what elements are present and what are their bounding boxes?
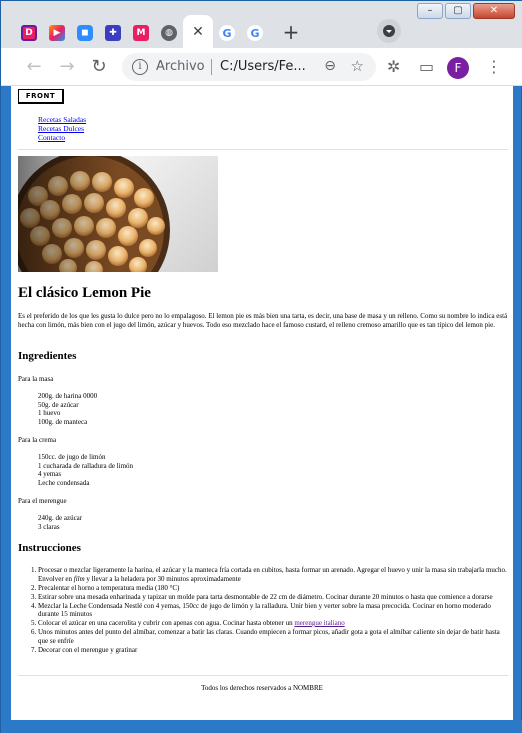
list-item: 4 yemas [38,470,62,478]
nav-link-dulces[interactable]: Recetas Dulces [38,124,84,133]
tab-active[interactable]: ✕ [183,15,213,48]
lemon-pie-photo [18,156,218,272]
ingredients-heading: Ingredientes [18,350,77,362]
list-item: 1 huevo [38,409,61,417]
miro-favicon: M [133,25,149,41]
crema-list: 150cc. de jugo de limón 1 cucharada de r… [38,453,133,487]
merengue-italiano-link[interactable]: merengue italiano [294,619,344,627]
nav-link-contacto[interactable]: Contacto [38,133,65,142]
tab-search-button[interactable] [377,19,401,43]
chevron-down-icon [383,25,395,37]
omnibox-divider [211,59,212,75]
kebab-menu-icon[interactable]: ⋮ [486,56,502,78]
step-item: Decorar con el merengue y gratinar [38,646,508,655]
instructions-list: Procesar o mezclar ligeramente la harina… [38,566,508,655]
step-item: Precalentar el horno a temperatura media… [38,584,508,593]
step-item: Unos minutos antes del punto del almíbar… [38,628,508,645]
grid-app-favicon: ✚ [105,25,121,41]
list-item: 100g. de manteca [38,417,88,426]
close-window-button[interactable]: ✕ [473,3,515,19]
design-app-favicon: D [21,25,37,41]
maximize-button[interactable]: ▢ [445,3,471,19]
list-item: Leche condensada [38,478,90,487]
step-item: Colocar el azúcar en una cacerolita y cu… [38,619,508,628]
tab-5[interactable]: M [127,18,155,48]
list-item: 240g. de azúcar [38,514,83,522]
site-nav: Recetas Saladas Recetas Dulces Contacto [38,115,86,142]
header-divider [18,149,508,150]
instructions-heading: Instrucciones [18,542,81,554]
tab-4[interactable]: ✚ [99,18,127,48]
window-bottom-frame [1,720,522,733]
step-item: Procesar o mezclar ligeramente la harina… [38,566,508,583]
browser-window: – ▢ ✕ D ▶ ◼ ✚ M ◍ ✕ G G + ← → ↻ i Archiv… [0,0,522,733]
close-tab-icon[interactable]: ✕ [192,24,204,40]
nav-item: Recetas Dulces [38,124,86,133]
info-icon[interactable]: i [132,59,148,75]
nav-item: Contacto [38,133,86,142]
footer-divider [18,675,508,676]
site-logo[interactable]: FRONT [18,89,64,104]
step-1-emphasis: film [73,574,85,583]
url-text[interactable]: C:/Users/Fe... [220,59,306,74]
extensions-puzzle-icon[interactable]: ✲ [387,57,400,76]
back-arrow-icon[interactable]: ← [23,56,45,78]
page-viewport: FRONT Recetas Saladas Recetas Dulces Con… [11,86,513,720]
list-item: 150cc. de jugo de limón [38,453,106,461]
merengue-label: Para el merengue [18,497,67,505]
tab-3[interactable]: ◼ [71,18,99,48]
tab-6[interactable]: ◍ [155,18,183,48]
masa-label: Para la masa [18,375,54,383]
address-bar[interactable]: i Archivo C:/Users/Fe... ⊖ ☆ [122,53,376,81]
browser-toolbar: ← → ↻ i Archivo C:/Users/Fe... ⊖ ☆ ✲ ▭ F… [1,48,522,86]
masa-list: 200g. de harina 0000 50g. de azúcar 1 hu… [38,392,97,426]
step-item: Estirar sobre una mesada enharinada y ta… [38,593,508,602]
list-item: 3 claras [38,522,60,531]
tab-9[interactable]: G [241,18,269,48]
media-app-favicon: ▶ [49,25,65,41]
tab-2[interactable]: ▶ [43,18,71,48]
profile-avatar[interactable]: F [447,57,469,79]
new-tab-button[interactable]: + [277,18,305,46]
list-item: 1 cucharada de ralladura de limón [38,461,134,470]
bookmark-star-icon[interactable]: ☆ [351,57,364,75]
google-favicon: G [247,25,263,41]
tab-1[interactable]: D [15,18,43,48]
merengue-list: 240g. de azúcar 3 claras [38,514,82,531]
list-item: 50g. de azúcar [38,400,79,409]
footer-copyright: Todos los derechos reservados a NOMBRE [201,684,323,692]
cast-icon[interactable]: ▭ [419,57,434,76]
step-item: Mezclar la Leche Condensada Nestlé con 4… [38,602,508,619]
step-5-text: Colocar el azúcar en una cacerolita y cu… [38,619,295,627]
globe-favicon: ◍ [161,25,177,41]
google-favicon: G [219,25,235,41]
zoom-favicon: ◼ [77,25,93,41]
list-item: 200g. de harina 0000 [38,392,98,400]
window-controls: – ▢ ✕ [415,3,515,19]
recipe-intro: Es el preferido de los que les gusta lo … [18,312,508,329]
forward-arrow-icon[interactable]: → [56,56,78,78]
zoom-icon[interactable]: ⊖ [324,58,336,74]
recipe-title: El clásico Lemon Pie [18,285,151,301]
tab-8[interactable]: G [213,18,241,48]
scrollbar[interactable] [513,86,521,720]
nav-link-saladas[interactable]: Recetas Saladas [38,115,86,124]
reload-icon[interactable]: ↻ [88,56,110,78]
omnibox-scheme-label: Archivo [156,59,205,74]
tab-strip: D ▶ ◼ ✚ M ◍ ✕ G G + [15,15,305,48]
step-1-text-end: y llevar a la heladera por 30 minutos ap… [84,574,241,583]
nav-item: Recetas Saladas [38,115,86,124]
crema-label: Para la crema [18,436,57,444]
tab-strip-frame: – ▢ ✕ D ▶ ◼ ✚ M ◍ ✕ G G + [1,1,522,48]
plus-icon: + [282,20,300,44]
minimize-button[interactable]: – [417,3,443,19]
